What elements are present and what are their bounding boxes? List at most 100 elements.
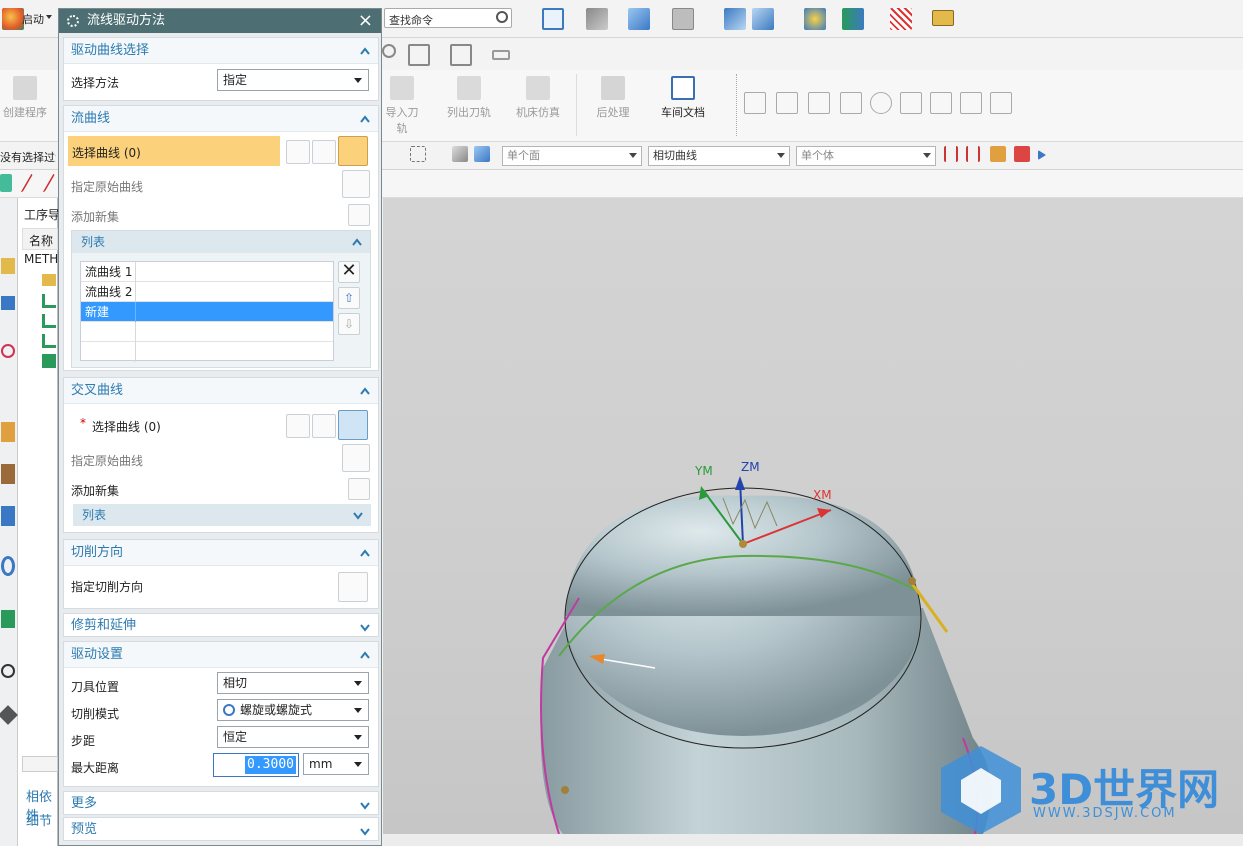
sweep-tool-icon[interactable] [408,44,430,66]
resource-icon-10[interactable] [0,705,18,725]
flow-list-header[interactable]: 列表 [72,231,370,253]
type-filter-label[interactable]: 没有选择过滤器 [0,149,56,165]
method-row[interactable]: METHOD [24,252,58,266]
search-icon[interactable] [496,11,508,23]
trim-extend-section[interactable]: 修剪和延伸 [63,613,379,637]
post-process-button[interactable]: 后处理 [588,76,638,120]
delete-item-icon[interactable]: ✕ [338,261,360,283]
resource-icon-6[interactable] [1,506,15,526]
select-box-icon[interactable] [410,146,426,162]
cut-direction-icon[interactable] [338,572,368,602]
create-program-button[interactable]: 创建程序 [0,76,50,120]
feature-tool-9-icon[interactable] [990,92,1012,114]
tool-position-dropdown[interactable]: 相切 [217,672,369,694]
graphics-viewport[interactable]: YM ZM XM 3D世界网 WWW.3DSJW.COM [383,198,1243,834]
resource-icon-4[interactable] [1,422,15,442]
move-down-icon[interactable]: ⇩ [338,313,360,335]
flow-original-curve-icon[interactable] [342,170,370,198]
snap-end-icon[interactable] [30,174,56,192]
feature-tool-4-icon[interactable] [840,92,862,114]
details-panel-title[interactable]: 细节 [26,810,52,829]
extrude-tool-icon[interactable] [450,44,472,66]
navigator-scrollbar[interactable] [22,756,58,772]
list-item[interactable]: 流曲线 1 [81,262,333,282]
cut-mode-dropdown[interactable]: 螺旋或螺旋式 [217,699,369,721]
background-color-icon[interactable] [672,8,694,30]
cross-curve-header[interactable]: 交叉曲线 [64,378,378,404]
feature-curves-icon[interactable] [990,146,1006,162]
feature-tool-5-icon[interactable] [870,92,892,114]
curve-selection-icon[interactable] [338,410,368,440]
dialog-titlebar[interactable]: 流线驱动方法 × [59,9,381,33]
feature-tool-7-icon[interactable] [930,92,952,114]
curve-rule-dropdown[interactable]: 相切曲线 [648,146,790,166]
list-item-selected[interactable]: 新建 [81,302,333,322]
resource-icon-7[interactable] [1,556,15,576]
add-curve-icon[interactable] [312,140,336,164]
operation-icon-1[interactable] [42,274,56,286]
select-face-icon[interactable] [452,146,468,162]
assembly-icon[interactable] [1014,146,1030,162]
more-section[interactable]: 更多 [63,791,379,815]
curve-selection-icon[interactable] [338,136,368,166]
cut-direction-header[interactable]: 切削方向 [64,540,378,566]
command-search-input[interactable]: 查找命令 [384,8,512,28]
clock-icon[interactable] [1,664,15,678]
stepover-dropdown[interactable]: 恒定 [217,726,369,748]
generate-path-icon[interactable] [842,8,864,30]
machine-sim-button[interactable]: 机床仿真 [510,76,566,120]
flow-curve-header[interactable]: 流曲线 [64,106,378,132]
operation-icon-5[interactable] [42,354,56,368]
select-method-dropdown[interactable]: 指定 [217,69,369,91]
resource-icon-3[interactable] [1,344,15,358]
list-item[interactable]: 流曲线 2 [81,282,333,302]
cross-add-set-icon[interactable] [348,478,370,500]
point-tool-icon[interactable] [382,44,396,58]
operation-icon-2[interactable] [42,294,56,308]
reverse-direction-icon[interactable] [286,414,310,438]
add-curve-icon[interactable] [312,414,336,438]
feature-tool-3-icon[interactable] [808,92,830,114]
feature-tool-1-icon[interactable] [744,92,766,114]
feature-tool-8-icon[interactable] [960,92,982,114]
flow-add-set-icon[interactable] [348,204,370,226]
move-up-icon[interactable]: ⇧ [338,287,360,309]
drive-settings-header[interactable]: 驱动设置 [64,642,378,668]
stop-at-intersection-icon[interactable] [944,146,958,162]
select-curve-row-active[interactable]: 选择曲线 (0) [68,136,280,166]
max-distance-input[interactable]: 0.3000 [213,753,299,777]
body-rule-dropdown[interactable]: 单个体 [796,146,936,166]
feature-tool-6-icon[interactable] [900,92,922,114]
section-view-icon[interactable] [752,8,774,30]
face-rule-dropdown[interactable]: 单个面 [502,146,642,166]
follow-fillet-icon[interactable] [966,146,980,162]
preview-section[interactable]: 预览 [63,817,379,841]
select-body-icon[interactable] [474,146,490,162]
import-path-button[interactable]: 导入刀轨 [382,76,422,136]
flow-tool-icon[interactable] [492,50,510,60]
cross-list-header[interactable]: 列表 [73,504,371,526]
resource-icon-5[interactable] [1,464,15,484]
snap-grid-icon[interactable] [890,8,912,30]
resource-icon-8[interactable] [1,610,15,628]
resource-icon-1[interactable] [1,258,15,274]
start-menu-button[interactable]: 启动 [22,11,44,27]
resource-icon-2[interactable] [1,296,15,310]
operation-icon-4[interactable] [42,334,56,348]
render-style-icon[interactable] [586,8,608,30]
cross-original-curve-icon[interactable] [342,444,370,472]
snap-line-icon[interactable] [8,174,34,192]
reverse-direction-icon[interactable] [286,140,310,164]
measure-icon[interactable] [932,10,954,26]
name-column-header[interactable]: 名称 [29,232,53,249]
arrow-right-icon[interactable] [1038,150,1046,160]
feature-tool-2-icon[interactable] [776,92,798,114]
app-logo-icon[interactable] [2,8,24,30]
fit-view-icon[interactable] [542,8,564,30]
operation-icon-3[interactable] [42,314,56,328]
shaded-cube-icon[interactable] [628,8,650,30]
drive-curve-header[interactable]: 驱动曲线选择 [64,38,378,64]
orient-view-icon[interactable] [724,8,746,30]
analysis-icon[interactable] [804,8,826,30]
list-path-button[interactable]: 列出刀轨 [442,76,496,120]
